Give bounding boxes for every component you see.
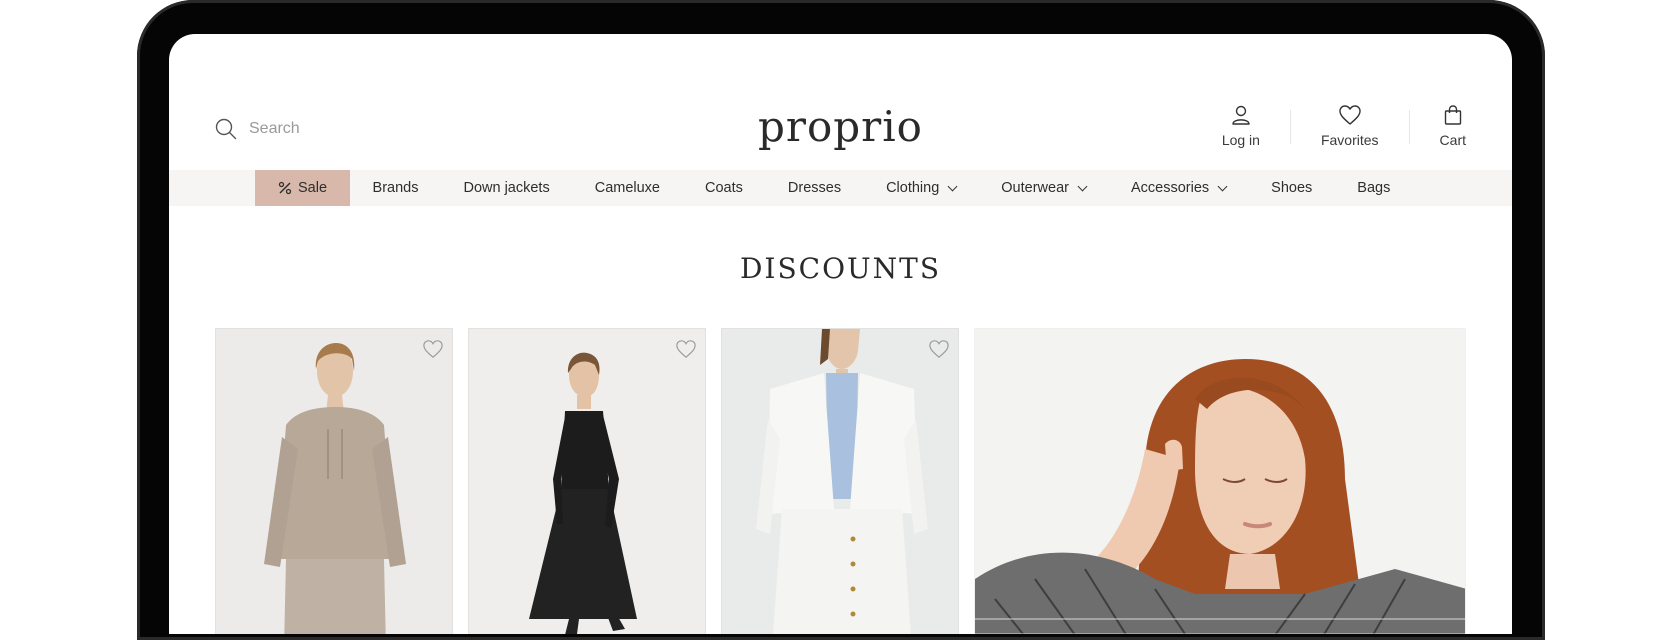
- header-actions: Log in Favorites Cart: [1222, 104, 1466, 148]
- heart-icon[interactable]: [422, 339, 444, 359]
- divider: [1408, 110, 1410, 144]
- banner-image: [975, 329, 1465, 634]
- nav-item-label: Accessories: [1130, 180, 1210, 196]
- product-image: [469, 329, 705, 634]
- logo-text: proprio: [758, 102, 923, 151]
- cart-button[interactable]: Cart: [1440, 104, 1466, 148]
- login-label: Log in: [1221, 132, 1260, 148]
- browser-screen: proprio Log in Favorites Cart: [169, 34, 1512, 634]
- user-icon: [1232, 105, 1250, 125]
- nav-item-brands[interactable]: Brands: [350, 170, 441, 206]
- product-image: [216, 329, 452, 634]
- nav-item-down-jackets[interactable]: Down jackets: [441, 170, 572, 206]
- nav-item-label: Sale: [298, 180, 328, 196]
- favorites-button[interactable]: Favorites: [1321, 104, 1379, 148]
- product-image: [722, 329, 958, 634]
- nav-item-label: Shoes: [1271, 180, 1313, 196]
- nav-item-shoes[interactable]: Shoes: [1249, 170, 1335, 206]
- product-card[interactable]: [721, 328, 959, 634]
- nav-item-sale[interactable]: Sale: [255, 170, 351, 206]
- nav-item-coats[interactable]: Coats: [683, 170, 766, 206]
- page-title: DISCOUNTS: [739, 252, 942, 285]
- chevron-down-icon: [1217, 181, 1228, 191]
- heart-icon: [1339, 105, 1361, 125]
- shopping-bag-icon: [1444, 105, 1461, 125]
- main-navigation: Sale Brands Down jackets Cameluxe Coats …: [169, 170, 1512, 206]
- nav-item-label: Coats: [705, 180, 743, 196]
- nav-item-label: Down jackets: [463, 180, 550, 196]
- nav-item-clothing[interactable]: Clothing: [864, 170, 979, 206]
- heart-icon[interactable]: [675, 339, 697, 359]
- nav-item-label: Cameluxe: [594, 180, 660, 196]
- nav-item-label: Brands: [372, 180, 419, 196]
- divider: [1289, 110, 1291, 144]
- nav-item-label: Clothing: [886, 180, 940, 196]
- nav-item-accessories[interactable]: Accessories: [1108, 170, 1248, 206]
- nav-item-label: Outerwear: [1001, 180, 1069, 196]
- nav-item-label: Dresses: [787, 180, 842, 196]
- cart-label: Cart: [1439, 132, 1466, 148]
- featured-banner[interactable]: [974, 328, 1466, 634]
- chevron-down-icon: [947, 181, 958, 191]
- nav-item-dresses[interactable]: Dresses: [765, 170, 863, 206]
- chevron-down-icon: [1077, 181, 1088, 191]
- login-button[interactable]: Log in: [1222, 104, 1260, 148]
- nav-item-label: Bags: [1357, 180, 1391, 196]
- favorites-label: Favorites: [1320, 132, 1379, 148]
- product-card[interactable]: [468, 328, 706, 634]
- nav-item-bags[interactable]: Bags: [1335, 170, 1413, 206]
- percent-icon: [278, 181, 292, 195]
- nav-item-cameluxe[interactable]: Cameluxe: [572, 170, 682, 206]
- nav-item-outerwear[interactable]: Outerwear: [979, 170, 1109, 206]
- heart-icon[interactable]: [928, 339, 950, 359]
- product-card[interactable]: [215, 328, 453, 634]
